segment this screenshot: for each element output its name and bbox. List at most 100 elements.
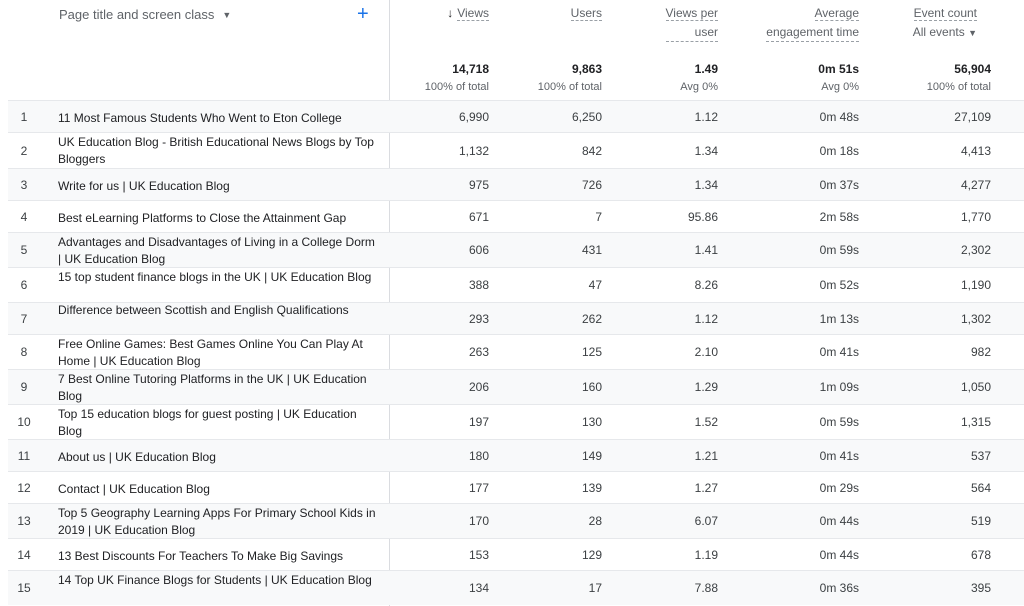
event-count-cell: 4,277 [960, 178, 991, 192]
views-cell: 206 [468, 380, 489, 394]
event-count-cell: 1,050 [960, 380, 991, 394]
views-per-user-header[interactable]: Views per user [665, 5, 718, 42]
views-cell: 1,132 [458, 144, 489, 158]
page-title-link[interactable]: 15 top student finance blogs in the UK |… [58, 269, 378, 286]
page-title-link[interactable]: Advantages and Disadvantages of Living i… [58, 234, 378, 268]
users-cell: 129 [581, 548, 602, 562]
row-index: 10 [17, 415, 31, 429]
views-cell: 170 [468, 514, 489, 528]
row-index: 12 [17, 481, 31, 495]
users-header[interactable]: Users [570, 5, 602, 22]
engagement-time-cell: 2m 58s [819, 210, 859, 224]
users-cell: 139 [581, 481, 602, 495]
views-per-user-cell: 8.26 [694, 278, 718, 292]
table-row: 2 UK Education Blog - British Educational… [8, 132, 1024, 168]
event-count-cell: 1,315 [960, 415, 991, 429]
page-title-link[interactable]: Best eLearning Platforms to Close the At… [58, 210, 378, 227]
users-cell: 28 [588, 514, 602, 528]
page-title-link[interactable]: Top 5 Geography Learning Apps For Primar… [58, 505, 378, 539]
views-per-user-cell: 1.41 [694, 243, 718, 257]
users-cell: 7 [595, 210, 602, 224]
views-per-user-cell: 2.10 [694, 345, 718, 359]
page-title-link[interactable]: UK Education Blog - British Educational … [58, 134, 378, 168]
total-views-sub: 100% of total [424, 81, 489, 93]
views-per-user-cell: 1.34 [694, 144, 718, 158]
views-per-user-cell: 7.88 [694, 581, 718, 595]
caret-down-icon: ▼ [968, 28, 977, 38]
page-title-link[interactable]: Difference between Scottish and English … [58, 302, 378, 319]
views-per-user-cell: 1.34 [694, 178, 718, 192]
users-cell: 160 [581, 380, 602, 394]
views-per-user-cell: 1.21 [694, 449, 718, 463]
total-views-per-user: 1.49 [694, 62, 718, 76]
views-cell: 197 [468, 415, 489, 429]
table-row: 13 Top 5 Geography Learning Apps For Prim… [8, 503, 1024, 538]
table-row: 1 11 Most Famous Students Who Went to Eto… [8, 100, 1024, 132]
engagement-time-cell: 0m 44s [819, 514, 859, 528]
row-index: 2 [20, 144, 28, 158]
row-index: 9 [20, 380, 28, 394]
page-title-link[interactable]: 14 Top UK Finance Blogs for Students | U… [58, 572, 378, 589]
row-index: 14 [17, 548, 31, 562]
views-header[interactable]: ↓ Views [447, 5, 489, 22]
views-cell: 6,990 [458, 110, 489, 124]
users-cell: 431 [581, 243, 602, 257]
users-cell: 130 [581, 415, 602, 429]
table-row: 4 Best eLearning Platforms to Close the A… [8, 200, 1024, 232]
total-engagement: 0m 51s [818, 62, 859, 76]
table-row: 9 7 Best Online Tutoring Platforms in the… [8, 369, 1024, 404]
views-cell: 153 [468, 548, 489, 562]
event-filter-dropdown[interactable]: All events ▼ [913, 24, 977, 42]
views-per-user-cell: 1.29 [694, 380, 718, 394]
event-count-header[interactable]: Event count All events ▼ [913, 5, 977, 42]
event-count-cell: 678 [970, 548, 991, 562]
event-count-cell: 519 [970, 514, 991, 528]
views-cell: 177 [468, 481, 489, 495]
engagement-time-cell: 1m 09s [819, 380, 859, 394]
table-row: 15 14 Top UK Finance Blogs for Students |… [8, 570, 1024, 605]
engagement-time-cell: 0m 41s [819, 345, 859, 359]
views-cell: 975 [468, 178, 489, 192]
dimension-selector[interactable]: Page title and screen class ▼ [59, 7, 231, 22]
table-row: 14 13 Best Discounts For Teachers To Make… [8, 538, 1024, 570]
plus-icon[interactable]: + [357, 3, 369, 25]
users-cell: 17 [588, 581, 602, 595]
row-index: 4 [20, 210, 28, 224]
views-cell: 263 [468, 345, 489, 359]
table-row: 7 Difference between Scottish and English… [8, 302, 1024, 334]
users-cell: 47 [588, 278, 602, 292]
engagement-time-cell: 0m 41s [819, 449, 859, 463]
table-header: Page title and screen class ▼ + ↓ Views U… [0, 0, 1024, 100]
arrow-down-icon: ↓ [447, 6, 454, 20]
page-title-link[interactable]: 11 Most Famous Students Who Went to Eton… [58, 110, 378, 127]
engagement-time-cell: 0m 18s [819, 144, 859, 158]
engagement-time-cell: 0m 52s [819, 278, 859, 292]
event-count-cell: 395 [970, 581, 991, 595]
engagement-time-cell: 0m 29s [819, 481, 859, 495]
page-title-link[interactable]: Free Online Games: Best Games Online You… [58, 336, 378, 370]
table-row: 11 About us | UK Education Blog 180 149 1.21… [8, 439, 1024, 471]
row-index: 7 [20, 312, 28, 326]
dimension-label: Page title and screen class [59, 7, 215, 22]
event-count-cell: 537 [970, 449, 991, 463]
row-index: 11 [17, 449, 31, 463]
engagement-time-cell: 0m 59s [819, 243, 859, 257]
total-engagement-sub: Avg 0% [821, 81, 859, 93]
engagement-time-cell: 0m 48s [819, 110, 859, 124]
page-title-link[interactable]: 13 Best Discounts For Teachers To Make B… [58, 548, 378, 565]
views-cell: 606 [468, 243, 489, 257]
page-title-link[interactable]: 7 Best Online Tutoring Platforms in the … [58, 371, 378, 405]
total-users: 9,863 [571, 62, 602, 76]
page-title-link[interactable]: Top 15 education blogs for guest posting… [58, 406, 378, 440]
users-cell: 726 [581, 178, 602, 192]
page-title-link[interactable]: About us | UK Education Blog [58, 449, 378, 466]
page-title-link[interactable]: Write for us | UK Education Blog [58, 178, 378, 195]
row-index: 6 [20, 278, 28, 292]
page-title-link[interactable]: Contact | UK Education Blog [58, 481, 378, 498]
views-cell: 293 [468, 312, 489, 326]
row-index: 13 [17, 514, 31, 528]
table-row: 3 Write for us | UK Education Blog 975 726 1… [8, 168, 1024, 200]
engagement-time-cell: 0m 44s [819, 548, 859, 562]
engagement-time-header[interactable]: Average engagement time [766, 5, 859, 42]
engagement-time-cell: 0m 59s [819, 415, 859, 429]
